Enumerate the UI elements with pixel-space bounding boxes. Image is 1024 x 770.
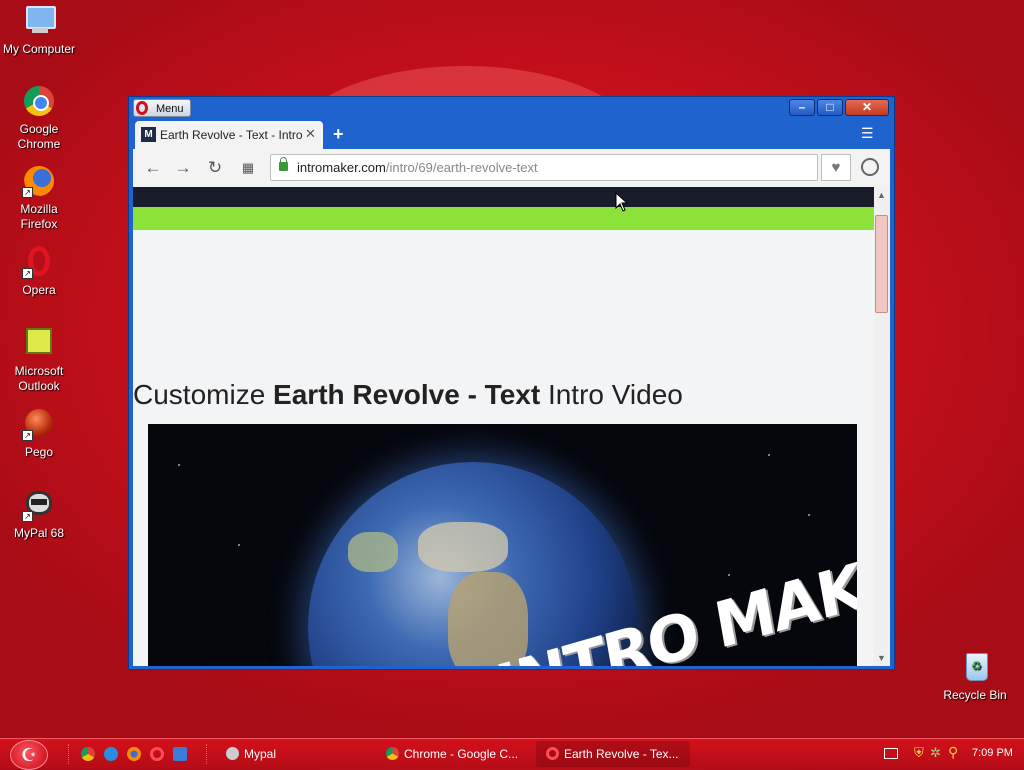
quicklaunch-outlook-icon[interactable] (173, 747, 187, 761)
url-domain: intromaker.com (297, 160, 386, 175)
tab-menu-icon[interactable]: ☰ (861, 125, 877, 141)
site-header-bar (133, 187, 874, 207)
intro-video-preview[interactable]: INTRO MAKER (148, 424, 857, 666)
network-icon[interactable]: ✲ (930, 745, 941, 761)
taskbar-separator (68, 744, 71, 764)
taskbar-button-mypal[interactable]: Mypal (226, 741, 366, 767)
quicklaunch-opera-icon[interactable] (150, 747, 164, 761)
mypal-icon: ↗ (22, 488, 56, 522)
account-icon[interactable] (861, 158, 879, 176)
desktop-icon-label: MyPal 68 (13, 526, 65, 540)
web-page: Customize Earth Revolve - Text Intro Vid… (133, 187, 874, 666)
menu-label: Menu (156, 103, 184, 115)
secure-lock-icon (279, 157, 288, 171)
speed-dial-grid-icon[interactable]: ▦ (238, 160, 258, 176)
mypal-icon (226, 747, 239, 760)
quicklaunch-chrome-icon[interactable] (81, 747, 95, 761)
firefox-icon: ↗ (22, 164, 56, 198)
url-text: intromaker.com/intro/69/earth-revolve-te… (297, 155, 538, 180)
forward-arrow-icon[interactable]: → (173, 158, 193, 178)
taskbar-separator (206, 744, 209, 764)
quicklaunch-firefox-icon[interactable] (127, 747, 141, 761)
page-title: Customize Earth Revolve - Text Intro Vid… (133, 379, 683, 410)
scrollbar-thumb[interactable] (875, 215, 888, 313)
desktop-icon-microsoft-outlook[interactable]: Microsoft Outlook (0, 326, 81, 394)
recycle-bin-icon: ♻ (958, 650, 992, 684)
desktop-icon-recycle-bin[interactable]: ♻ Recycle Bin (933, 650, 1017, 703)
opera-icon (136, 101, 148, 115)
tab-earth-revolve[interactable]: M Earth Revolve - Text - Intro M ✕ (135, 121, 323, 149)
taskbar-button-earth-revolve[interactable]: Earth Revolve - Tex... (536, 741, 690, 767)
tab-title: Earth Revolve - Text - Intro M (160, 128, 302, 142)
pego-icon: ↗ (22, 407, 56, 441)
address-toolbar: ← → ↻ ▦ intromaker.com/intro/69/earth-re… (133, 149, 890, 187)
close-tab-icon[interactable]: ✕ (305, 126, 316, 142)
desktop-icon-mozilla-firefox[interactable]: ↗ Mozilla Firefox (0, 164, 81, 232)
desktop-icon-pego[interactable]: ↗ Pego (0, 407, 81, 460)
desktop-icon-opera[interactable]: ↗ Opera (0, 245, 81, 298)
mouse-cursor-icon (615, 192, 627, 212)
site-accent-bar (133, 207, 874, 230)
start-button[interactable]: ☪ (10, 740, 48, 770)
bookmark-heart-icon[interactable]: ♥ (821, 154, 851, 181)
new-tab-plus-icon[interactable]: + (333, 124, 344, 145)
scroll-down-arrow-icon[interactable]: ▼ (877, 653, 886, 663)
taskbar-button-chrome[interactable]: Chrome - Google C... (386, 741, 526, 767)
desktop-icon-label: Google Chrome (17, 122, 61, 151)
desktop-icon-label: Recycle Bin (943, 688, 1007, 702)
computer-icon (22, 4, 56, 38)
minimize-button[interactable]: – (789, 99, 815, 116)
browser-window: Menu – □ ✕ M Earth Revolve - Text - Intr… (128, 96, 895, 670)
desktop-icon-label: Pego (24, 445, 54, 459)
chrome-icon (22, 84, 56, 118)
chrome-icon (386, 747, 399, 760)
close-button[interactable]: ✕ (845, 99, 889, 116)
address-field[interactable]: intromaker.com/intro/69/earth-revolve-te… (270, 154, 818, 181)
opera-icon: ↗ (22, 245, 56, 279)
search-icon[interactable]: ⚲ (948, 744, 958, 761)
title-bar[interactable]: Menu – □ ✕ (129, 97, 894, 121)
desktop-icon-mypal[interactable]: ↗ MyPal 68 (0, 488, 81, 541)
desktop-icon-label: My Computer (2, 42, 76, 56)
opera-menu-button[interactable]: Menu (133, 99, 191, 117)
desktop-icon-google-chrome[interactable]: Google Chrome (0, 84, 81, 152)
reload-icon[interactable]: ↻ (205, 158, 225, 178)
desktop-icon-label: Microsoft Outlook (14, 364, 64, 393)
desktop-icon-label: Mozilla Firefox (20, 202, 58, 231)
outlook-icon (22, 326, 56, 360)
opera-icon (546, 747, 559, 760)
page-scrollbar[interactable]: ▲ ▼ (874, 187, 890, 666)
intromaker-favicon-icon: M (141, 127, 156, 142)
clock[interactable]: 7:09 PM (972, 747, 1013, 759)
quicklaunch-ie-icon[interactable] (104, 747, 118, 761)
back-arrow-icon[interactable]: ← (143, 158, 163, 178)
tab-bar: M Earth Revolve - Text - Intro M ✕ + ☰ (129, 121, 894, 149)
keyboard-icon[interactable] (884, 748, 898, 759)
maximize-button[interactable]: □ (817, 99, 843, 116)
url-path: /intro/69/earth-revolve-text (385, 160, 538, 175)
desktop-icon-label: Opera (22, 283, 56, 297)
scroll-up-arrow-icon[interactable]: ▲ (877, 190, 886, 200)
desktop-icon-my-computer[interactable]: My Computer (0, 4, 81, 57)
taskbar: ☪ Mypal Chrome - Google C... Earth Revol… (0, 738, 1024, 770)
security-shield-icon[interactable]: ⛨ (914, 745, 924, 761)
